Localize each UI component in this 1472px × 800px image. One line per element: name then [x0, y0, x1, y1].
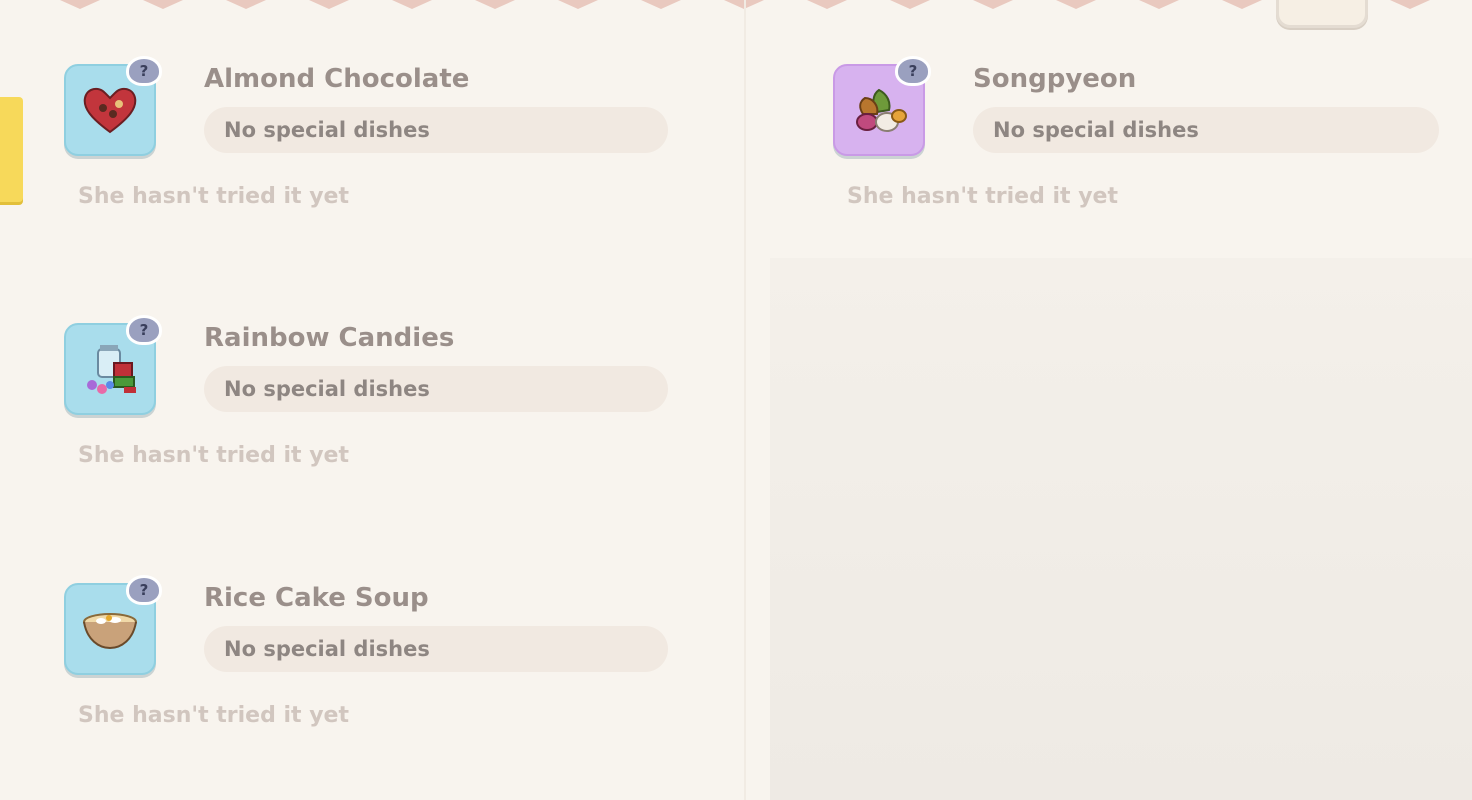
dish-card-almond-chocolate[interactable]: ? Almond Chocolate No special dishes She… [64, 56, 704, 264]
tried-status: She hasn't tried it yet [78, 443, 349, 468]
tried-status: She hasn't tried it yet [78, 703, 349, 728]
close-tab[interactable] [1276, 0, 1368, 28]
dish-card-rainbow-candies[interactable]: ? Rainbow Candies No special dishes She … [64, 315, 704, 523]
special-dishes-text: No special dishes [224, 377, 430, 401]
tried-status: She hasn't tried it yet [847, 184, 1118, 209]
unknown-badge: ? [895, 56, 931, 86]
special-dishes-text: No special dishes [224, 637, 430, 661]
special-dishes-text: No special dishes [993, 118, 1199, 142]
special-dishes-text: No special dishes [224, 118, 430, 142]
dish-card-songpyeon[interactable]: ? Songpyeon No special dishes She hasn't… [833, 56, 1472, 264]
zigzag-border [60, 0, 1430, 9]
tried-status: She hasn't tried it yet [78, 184, 349, 209]
dish-name: Rice Cake Soup [204, 583, 429, 613]
unknown-badge: ? [126, 315, 162, 345]
column-divider [744, 0, 746, 800]
special-dishes-pill: No special dishes [204, 107, 668, 153]
empty-area [770, 258, 1472, 800]
category-tab[interactable] [0, 97, 23, 202]
dish-name: Almond Chocolate [204, 64, 470, 94]
dish-card-rice-cake-soup[interactable]: ? Rice Cake Soup No special dishes She h… [64, 575, 704, 783]
special-dishes-pill: No special dishes [973, 107, 1439, 153]
special-dishes-pill: No special dishes [204, 366, 668, 412]
unknown-badge: ? [126, 575, 162, 605]
special-dishes-pill: No special dishes [204, 626, 668, 672]
unknown-badge: ? [126, 56, 162, 86]
dish-name: Songpyeon [973, 64, 1137, 94]
dish-name: Rainbow Candies [204, 323, 455, 353]
